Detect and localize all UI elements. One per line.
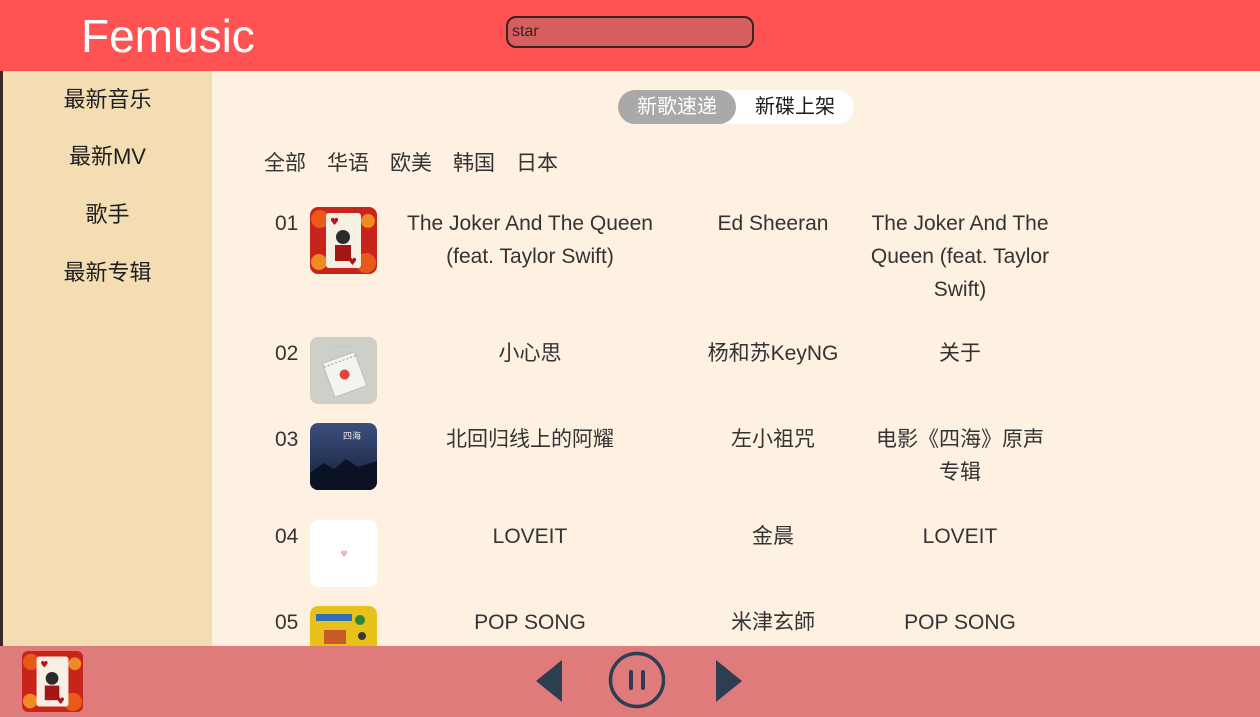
song-title[interactable]: The Joker And The Queen (feat. Taylor Sw… (392, 207, 668, 273)
play-previous-icon[interactable] (536, 660, 564, 707)
song-artist[interactable]: 米津玄師 (693, 606, 853, 639)
pause-circle-icon[interactable] (608, 651, 666, 714)
search-input[interactable] (506, 16, 754, 48)
song-album[interactable]: The Joker And The Queen (feat. Taylor Sw… (862, 207, 1058, 306)
tab-switch: 新歌速递 新碟上架 (618, 90, 854, 124)
svg-text:♥: ♥ (57, 697, 65, 707)
album-cover (310, 606, 377, 646)
song-title[interactable]: 小心思 (392, 337, 668, 370)
filter-chinese[interactable]: 华语 (327, 150, 369, 178)
play-next-icon[interactable] (714, 660, 742, 707)
player-bar: ♥ ♥ (0, 646, 1260, 717)
song-title[interactable]: 北回归线上的阿耀 (392, 423, 668, 456)
filter-japanese[interactable]: 日本 (516, 150, 558, 178)
album-cover: ♥ (310, 520, 377, 587)
sidebar-item-latest-mv[interactable]: 最新MV (3, 143, 212, 171)
song-artist[interactable]: 金晨 (693, 520, 853, 553)
song-album[interactable]: 关于 (862, 337, 1058, 370)
track-number: 01 (275, 212, 299, 235)
svg-text:♥: ♥ (40, 660, 48, 670)
sidebar: 最新音乐 最新MV 歌手 最新专辑 (3, 71, 212, 646)
sidebar-item-singers[interactable]: 歌手 (3, 201, 212, 229)
album-cover: · · · · · (310, 337, 377, 404)
now-playing-cover[interactable]: ♥ ♥ (22, 651, 83, 712)
filter-all[interactable]: 全部 (264, 150, 306, 178)
filter-korean[interactable]: 韩国 (453, 150, 495, 178)
sidebar-item-latest-music[interactable]: 最新音乐 (3, 86, 212, 114)
track-number: 05 (275, 611, 299, 634)
sidebar-item-latest-albums[interactable]: 最新专辑 (3, 259, 212, 287)
tab-new-songs[interactable]: 新歌速递 (618, 90, 736, 124)
header: Femusic (0, 0, 1260, 71)
svg-text:四海: 四海 (343, 430, 361, 442)
svg-text:· · · · ·: · · · · · (332, 344, 349, 351)
svg-text:♥: ♥ (340, 550, 348, 560)
song-album[interactable]: 电影《四海》原声 专辑 (862, 423, 1058, 489)
song-album[interactable]: LOVEIT (862, 520, 1058, 553)
song-artist[interactable]: 左小祖咒 (693, 423, 853, 456)
track-number: 04 (275, 525, 299, 548)
song-artist[interactable]: 杨和苏KeyNG (693, 337, 853, 370)
track-number: 03 (275, 428, 299, 451)
main-content: 新歌速递 新碟上架 全部 华语 欧美 韩国 日本 01 ♥ ♥ The Joke… (212, 71, 1260, 646)
song-album[interactable]: POP SONG (862, 606, 1058, 639)
svg-text:♥: ♥ (330, 217, 339, 228)
track-number: 02 (275, 342, 299, 365)
filter-western[interactable]: 欧美 (390, 150, 432, 178)
song-title[interactable]: POP SONG (392, 606, 668, 639)
svg-text:♥: ♥ (348, 257, 357, 268)
tab-new-albums[interactable]: 新碟上架 (736, 90, 854, 124)
song-artist[interactable]: Ed Sheeran (693, 207, 853, 240)
album-cover: ♥ ♥ (310, 207, 377, 274)
album-cover: 四海 (310, 423, 377, 490)
song-title[interactable]: LOVEIT (392, 520, 668, 553)
app-logo: Femusic (81, 10, 255, 62)
